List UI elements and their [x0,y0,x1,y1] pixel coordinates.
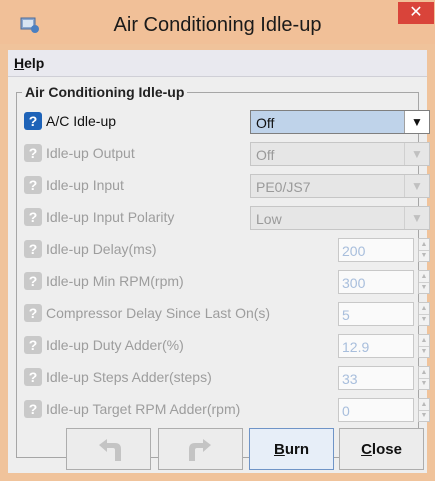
spinner-down-icon[interactable]: ▼ [419,346,429,357]
spinner-field[interactable]: 5 [338,302,414,326]
setting-label: Idle-up Output [46,145,135,161]
close-label: lose [371,441,402,458]
spinner-down-icon[interactable]: ▼ [419,410,429,421]
spinner-down-icon[interactable]: ▼ [419,314,429,325]
setting-spinner: 5 ▲ ▼ [338,302,430,326]
redo-button[interactable] [158,428,243,470]
setting-dropdown[interactable]: PE0/JS7 ▼ [250,174,430,198]
setting-label: Idle-up Steps Adder(steps) [46,369,212,385]
redo-icon [189,439,211,461]
close-mnemonic: C [361,441,372,458]
setting-label: A/C Idle-up [46,113,117,129]
title-bar[interactable]: Air Conditioning Idle-up ✕ [0,0,435,44]
close-window-button[interactable]: ✕ [398,2,434,24]
setting-label: Idle-up Delay(ms) [46,241,157,257]
help-icon[interactable]: ? [24,272,42,290]
menu-bar: Help [8,50,427,77]
help-icon[interactable]: ? [24,144,42,162]
undo-button[interactable] [66,428,151,470]
menu-help-label: elp [24,55,45,71]
help-icon[interactable]: ? [24,304,42,322]
spinner-field[interactable]: 33 [338,366,414,390]
dropdown-value: Off [256,115,275,131]
setting-spinner: 200 ▲ ▼ [338,238,430,262]
spinner-buttons: ▲ ▼ [418,334,430,358]
spinner-down-icon[interactable]: ▼ [419,250,429,261]
help-icon[interactable]: ? [24,368,42,386]
dropdown-value: Off [256,147,275,163]
burn-button[interactable]: Burn [249,428,334,470]
setting-label: Idle-up Input Polarity [46,209,175,225]
dropdown-arrow-icon[interactable]: ▼ [404,111,429,133]
help-icon[interactable]: ? [24,112,42,130]
spinner-buttons: ▲ ▼ [418,302,430,326]
setting-dropdown[interactable]: Off ▼ [250,110,430,134]
close-button[interactable]: Close [339,428,424,470]
setting-label: Idle-up Target RPM Adder(rpm) [46,401,241,417]
spinner-field[interactable]: 300 [338,270,414,294]
spinner-field[interactable]: 0 [338,398,414,422]
spinner-buttons: ▲ ▼ [418,398,430,422]
spinner-value: 33 [342,371,358,387]
spinner-value: 0 [342,403,350,419]
spinner-down-icon[interactable]: ▼ [419,282,429,293]
setting-dropdown[interactable]: Off ▼ [250,142,430,166]
spinner-field[interactable]: 12.9 [338,334,414,358]
setting-label: Idle-up Min RPM(rpm) [46,273,184,289]
setting-label: Idle-up Duty Adder(%) [46,337,184,353]
spinner-value: 300 [342,275,366,291]
spinner-value: 5 [342,307,350,323]
menu-help-mnemonic: H [14,55,25,71]
burn-label: urn [284,441,309,458]
dropdown-arrow-icon[interactable]: ▼ [404,143,429,165]
setting-spinner: 0 ▲ ▼ [338,398,430,422]
dialog-content: Help Air Conditioning Idle-up ? A/C Idle-… [8,50,430,473]
setting-spinner: 12.9 ▲ ▼ [338,334,430,358]
help-icon[interactable]: ? [24,176,42,194]
help-icon[interactable]: ? [24,208,42,226]
setting-spinner: 33 ▲ ▼ [338,366,430,390]
setting-spinner: 300 ▲ ▼ [338,270,430,294]
help-icon[interactable]: ? [24,336,42,354]
menu-help[interactable]: Help [14,55,44,71]
spinner-buttons: ▲ ▼ [418,238,430,262]
help-icon[interactable]: ? [24,240,42,258]
dialog-window: Air Conditioning Idle-up ✕ Help Air Cond… [0,0,435,481]
spinner-value: 12.9 [342,339,370,355]
undo-icon [99,439,121,461]
dropdown-value: Low [256,211,282,227]
spinner-down-icon[interactable]: ▼ [419,378,429,389]
spinner-field[interactable]: 200 [338,238,414,262]
close-icon: ✕ [409,4,423,21]
help-icon[interactable]: ? [24,400,42,418]
group-title: Air Conditioning Idle-up [22,84,188,100]
button-bar: Burn Close [8,422,427,473]
window-title: Air Conditioning Idle-up [113,14,322,36]
dropdown-arrow-icon[interactable]: ▼ [404,175,429,197]
spinner-value: 200 [342,243,366,259]
spinner-buttons: ▲ ▼ [418,366,430,390]
setting-dropdown[interactable]: Low ▼ [250,206,430,230]
dropdown-arrow-icon[interactable]: ▼ [404,207,429,229]
dropdown-value: PE0/JS7 [256,179,311,195]
setting-label: Idle-up Input [46,177,124,193]
spinner-buttons: ▲ ▼ [418,270,430,294]
burn-mnemonic: B [273,441,285,458]
setting-label: Compressor Delay Since Last On(s) [46,305,271,321]
